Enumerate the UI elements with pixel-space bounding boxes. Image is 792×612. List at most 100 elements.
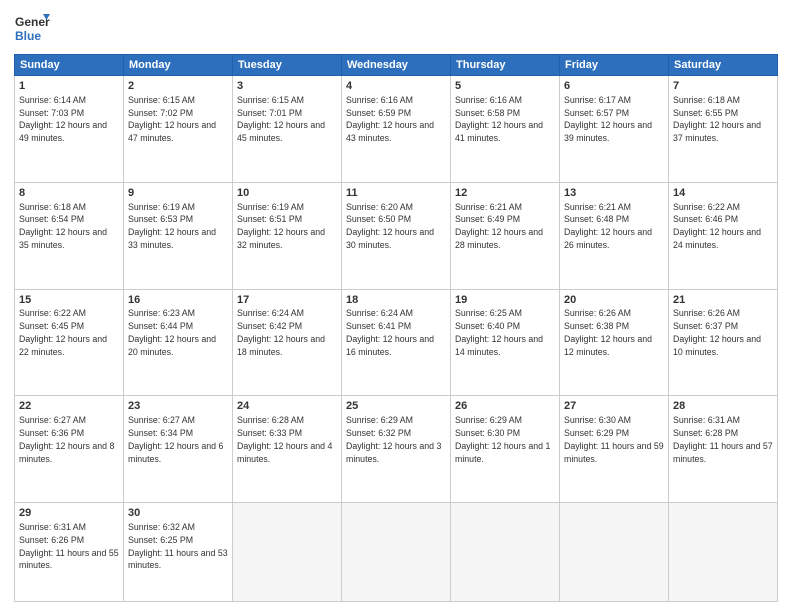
day-info: Sunrise: 6:31 AMSunset: 6:28 PMDaylight:…: [673, 415, 773, 463]
day-info: Sunrise: 6:19 AMSunset: 6:53 PMDaylight:…: [128, 202, 216, 250]
day-info: Sunrise: 6:31 AMSunset: 6:26 PMDaylight:…: [19, 522, 119, 570]
day-number: 18: [346, 293, 446, 308]
calendar-cell: 26Sunrise: 6:29 AMSunset: 6:30 PMDayligh…: [451, 396, 560, 503]
day-number: 2: [128, 79, 228, 94]
calendar-cell: [342, 503, 451, 602]
calendar-cell: 15Sunrise: 6:22 AMSunset: 6:45 PMDayligh…: [15, 289, 124, 396]
calendar-cell: 29Sunrise: 6:31 AMSunset: 6:26 PMDayligh…: [15, 503, 124, 602]
day-info: Sunrise: 6:14 AMSunset: 7:03 PMDaylight:…: [19, 95, 107, 143]
calendar-header-row: SundayMondayTuesdayWednesdayThursdayFrid…: [15, 55, 778, 76]
calendar-cell: 10Sunrise: 6:19 AMSunset: 6:51 PMDayligh…: [233, 182, 342, 289]
day-info: Sunrise: 6:15 AMSunset: 7:01 PMDaylight:…: [237, 95, 325, 143]
day-info: Sunrise: 6:27 AMSunset: 6:34 PMDaylight:…: [128, 415, 223, 463]
calendar-cell: 24Sunrise: 6:28 AMSunset: 6:33 PMDayligh…: [233, 396, 342, 503]
day-number: 27: [564, 399, 664, 414]
calendar-cell: 7Sunrise: 6:18 AMSunset: 6:55 PMDaylight…: [669, 76, 778, 183]
col-header-friday: Friday: [560, 55, 669, 76]
day-info: Sunrise: 6:18 AMSunset: 6:55 PMDaylight:…: [673, 95, 761, 143]
day-info: Sunrise: 6:16 AMSunset: 6:59 PMDaylight:…: [346, 95, 434, 143]
col-header-sunday: Sunday: [15, 55, 124, 76]
day-number: 9: [128, 186, 228, 201]
calendar-cell: 4Sunrise: 6:16 AMSunset: 6:59 PMDaylight…: [342, 76, 451, 183]
day-number: 28: [673, 399, 773, 414]
calendar-cell: 14Sunrise: 6:22 AMSunset: 6:46 PMDayligh…: [669, 182, 778, 289]
calendar-cell: [233, 503, 342, 602]
day-number: 8: [19, 186, 119, 201]
day-number: 13: [564, 186, 664, 201]
day-info: Sunrise: 6:17 AMSunset: 6:57 PMDaylight:…: [564, 95, 652, 143]
calendar-cell: 3Sunrise: 6:15 AMSunset: 7:01 PMDaylight…: [233, 76, 342, 183]
logo: General Blue: [14, 10, 50, 46]
day-number: 15: [19, 293, 119, 308]
calendar-cell: 22Sunrise: 6:27 AMSunset: 6:36 PMDayligh…: [15, 396, 124, 503]
calendar-cell: 6Sunrise: 6:17 AMSunset: 6:57 PMDaylight…: [560, 76, 669, 183]
day-info: Sunrise: 6:29 AMSunset: 6:32 PMDaylight:…: [346, 415, 441, 463]
page: General Blue SundayMondayTuesdayWednesda…: [0, 0, 792, 612]
day-number: 24: [237, 399, 337, 414]
calendar-cell: 18Sunrise: 6:24 AMSunset: 6:41 PMDayligh…: [342, 289, 451, 396]
day-number: 12: [455, 186, 555, 201]
day-number: 20: [564, 293, 664, 308]
calendar-cell: 1Sunrise: 6:14 AMSunset: 7:03 PMDaylight…: [15, 76, 124, 183]
day-info: Sunrise: 6:20 AMSunset: 6:50 PMDaylight:…: [346, 202, 434, 250]
calendar-cell: 9Sunrise: 6:19 AMSunset: 6:53 PMDaylight…: [124, 182, 233, 289]
day-number: 23: [128, 399, 228, 414]
calendar-cell: [669, 503, 778, 602]
day-info: Sunrise: 6:16 AMSunset: 6:58 PMDaylight:…: [455, 95, 543, 143]
calendar-cell: 25Sunrise: 6:29 AMSunset: 6:32 PMDayligh…: [342, 396, 451, 503]
day-info: Sunrise: 6:29 AMSunset: 6:30 PMDaylight:…: [455, 415, 550, 463]
calendar-cell: [560, 503, 669, 602]
day-number: 1: [19, 79, 119, 94]
calendar-cell: 19Sunrise: 6:25 AMSunset: 6:40 PMDayligh…: [451, 289, 560, 396]
day-info: Sunrise: 6:21 AMSunset: 6:49 PMDaylight:…: [455, 202, 543, 250]
day-info: Sunrise: 6:24 AMSunset: 6:42 PMDaylight:…: [237, 308, 325, 356]
calendar-cell: [451, 503, 560, 602]
day-info: Sunrise: 6:21 AMSunset: 6:48 PMDaylight:…: [564, 202, 652, 250]
calendar-cell: 2Sunrise: 6:15 AMSunset: 7:02 PMDaylight…: [124, 76, 233, 183]
day-number: 4: [346, 79, 446, 94]
svg-text:Blue: Blue: [15, 29, 41, 43]
day-number: 11: [346, 186, 446, 201]
day-number: 22: [19, 399, 119, 414]
day-number: 7: [673, 79, 773, 94]
day-info: Sunrise: 6:22 AMSunset: 6:45 PMDaylight:…: [19, 308, 107, 356]
day-info: Sunrise: 6:26 AMSunset: 6:37 PMDaylight:…: [673, 308, 761, 356]
day-number: 6: [564, 79, 664, 94]
calendar-cell: 28Sunrise: 6:31 AMSunset: 6:28 PMDayligh…: [669, 396, 778, 503]
calendar-cell: 13Sunrise: 6:21 AMSunset: 6:48 PMDayligh…: [560, 182, 669, 289]
day-info: Sunrise: 6:22 AMSunset: 6:46 PMDaylight:…: [673, 202, 761, 250]
day-number: 10: [237, 186, 337, 201]
col-header-saturday: Saturday: [669, 55, 778, 76]
day-info: Sunrise: 6:32 AMSunset: 6:25 PMDaylight:…: [128, 522, 228, 570]
day-info: Sunrise: 6:18 AMSunset: 6:54 PMDaylight:…: [19, 202, 107, 250]
day-number: 21: [673, 293, 773, 308]
calendar-cell: 23Sunrise: 6:27 AMSunset: 6:34 PMDayligh…: [124, 396, 233, 503]
day-info: Sunrise: 6:23 AMSunset: 6:44 PMDaylight:…: [128, 308, 216, 356]
calendar-cell: 17Sunrise: 6:24 AMSunset: 6:42 PMDayligh…: [233, 289, 342, 396]
header: General Blue: [14, 10, 778, 46]
day-number: 17: [237, 293, 337, 308]
day-info: Sunrise: 6:19 AMSunset: 6:51 PMDaylight:…: [237, 202, 325, 250]
calendar-cell: 27Sunrise: 6:30 AMSunset: 6:29 PMDayligh…: [560, 396, 669, 503]
col-header-wednesday: Wednesday: [342, 55, 451, 76]
svg-text:General: General: [15, 15, 50, 29]
calendar-table: SundayMondayTuesdayWednesdayThursdayFrid…: [14, 54, 778, 602]
day-number: 30: [128, 506, 228, 521]
calendar-cell: 16Sunrise: 6:23 AMSunset: 6:44 PMDayligh…: [124, 289, 233, 396]
calendar-cell: 30Sunrise: 6:32 AMSunset: 6:25 PMDayligh…: [124, 503, 233, 602]
day-info: Sunrise: 6:25 AMSunset: 6:40 PMDaylight:…: [455, 308, 543, 356]
col-header-tuesday: Tuesday: [233, 55, 342, 76]
calendar-cell: 8Sunrise: 6:18 AMSunset: 6:54 PMDaylight…: [15, 182, 124, 289]
calendar-cell: 5Sunrise: 6:16 AMSunset: 6:58 PMDaylight…: [451, 76, 560, 183]
col-header-monday: Monday: [124, 55, 233, 76]
day-number: 26: [455, 399, 555, 414]
calendar-cell: 12Sunrise: 6:21 AMSunset: 6:49 PMDayligh…: [451, 182, 560, 289]
day-number: 16: [128, 293, 228, 308]
day-number: 25: [346, 399, 446, 414]
day-number: 14: [673, 186, 773, 201]
calendar-cell: 20Sunrise: 6:26 AMSunset: 6:38 PMDayligh…: [560, 289, 669, 396]
calendar-cell: 11Sunrise: 6:20 AMSunset: 6:50 PMDayligh…: [342, 182, 451, 289]
day-info: Sunrise: 6:26 AMSunset: 6:38 PMDaylight:…: [564, 308, 652, 356]
day-info: Sunrise: 6:27 AMSunset: 6:36 PMDaylight:…: [19, 415, 114, 463]
logo-icon: General Blue: [14, 10, 50, 46]
